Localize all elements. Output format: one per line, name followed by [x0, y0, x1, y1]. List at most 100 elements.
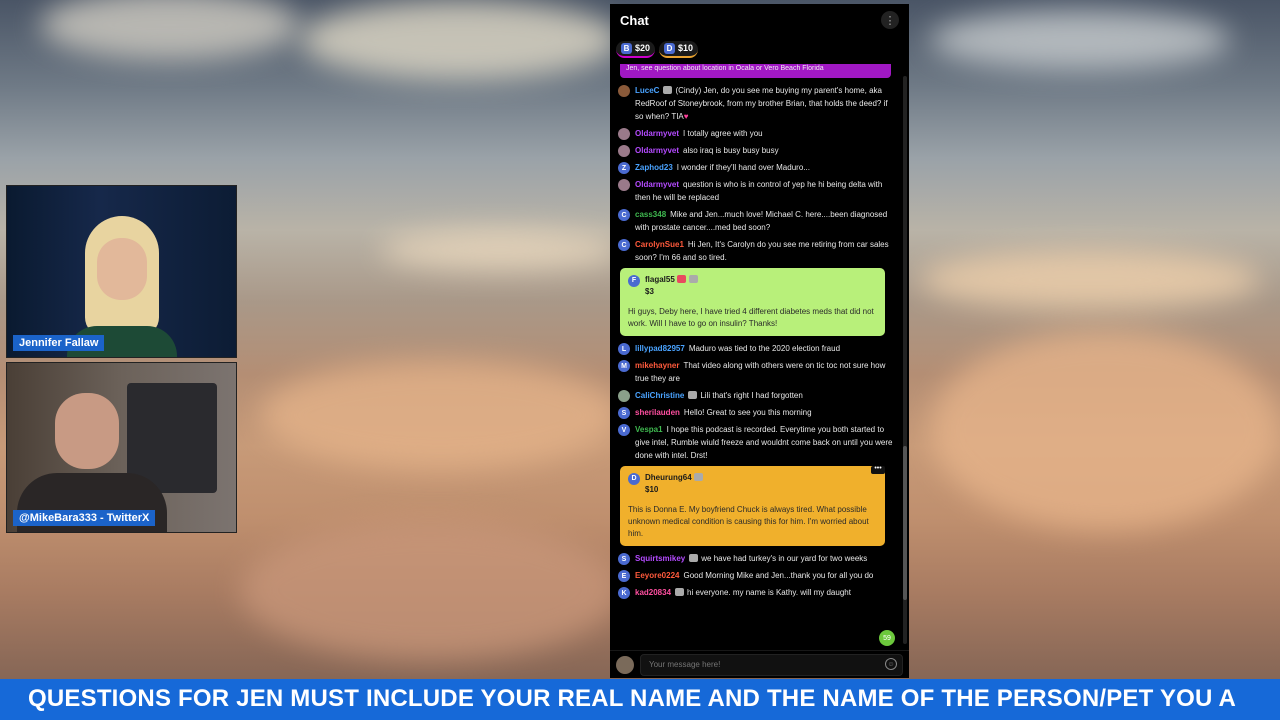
message-text: I totally agree with you: [683, 129, 763, 138]
avatar[interactable]: S: [618, 553, 630, 565]
username[interactable]: CarolynSue1: [635, 240, 684, 249]
badge-icon: [689, 554, 699, 562]
cloud-decoration: [930, 10, 1230, 70]
chat-message: CaliChristine Lili that's right I had for…: [618, 389, 893, 402]
message-text: I hope this podcast is recorded. Everyti…: [635, 425, 893, 460]
message-text: Mike and Jen...much love! Michael C. her…: [635, 210, 888, 232]
chat-message: Ccass348 Mike and Jen...much love! Michae…: [618, 208, 893, 234]
message-input[interactable]: [640, 653, 903, 676]
avatar[interactable]: [618, 145, 630, 157]
message-text: I wonder if they'll hand over Maduro...: [676, 163, 810, 172]
avatar: F: [628, 275, 640, 287]
username[interactable]: Oldarmyvet: [635, 180, 679, 189]
chat-message: LuceC (Cindy) Jen, do you see me buying m…: [618, 84, 893, 123]
avatar[interactable]: [618, 179, 630, 191]
badge-icon: [675, 588, 685, 596]
cloud-decoration: [930, 330, 1280, 530]
chat-message: Z Zaphod23 I wonder if they'll hand over M…: [618, 161, 893, 174]
avatar[interactable]: K: [618, 587, 630, 599]
rant-username[interactable]: Dheurung64: [645, 473, 692, 482]
rant-card: ••• D Dheurung64 $10 This is Donna E. My…: [620, 465, 885, 546]
rant-card: F flagal55 $3 Hi guys, Deby here, I have…: [620, 268, 885, 336]
message-text: (Cindy) Jen, do you see me buying my par…: [635, 86, 888, 121]
avatar: [616, 655, 634, 674]
username[interactable]: Eeyore0224: [635, 571, 679, 580]
message-text: Lili that's right I had forgotten: [700, 391, 803, 400]
message-body: Vespa1 I hope this podcast is recorded. E…: [635, 423, 893, 462]
scrollbar-thumb[interactable]: [903, 446, 907, 600]
cloud-decoration: [260, 360, 620, 470]
message-body: Oldarmyvet question is who is in control …: [635, 178, 893, 204]
avatar[interactable]: [618, 85, 630, 97]
chat-panel: Chat ⋮ B $20 D $10 Jen, see question abo…: [610, 4, 909, 678]
username[interactable]: kad20834: [635, 588, 671, 597]
chat-message: Oldarmyvet also iraq is busy busy busy: [618, 144, 893, 157]
message-text: we have had turkey's in our yard for two…: [701, 554, 868, 563]
heart-icon: ♥: [683, 112, 689, 121]
chat-message: Kkad20834 hi everyone. my name is Kathy. …: [618, 586, 893, 599]
message-body: CaliChristine Lili that's right I had for…: [635, 389, 893, 402]
message-body: Oldarmyvet also iraq is busy busy busy: [635, 144, 893, 157]
badge-icon: [689, 275, 699, 283]
message-body: LuceC (Cindy) Jen, do you see me buying m…: [635, 84, 893, 123]
chat-message: Llillypad82957 Maduro was tied to the 202…: [618, 342, 893, 355]
chat-scrollbar[interactable]: [903, 76, 907, 644]
chat-message: Ssherilauden Hello! Great to see you this…: [618, 406, 893, 419]
avatar[interactable]: L: [618, 343, 630, 355]
rant-user-icon: B: [621, 42, 632, 54]
avatar[interactable]: V: [618, 424, 630, 436]
more-icon[interactable]: •••: [871, 465, 885, 474]
kebab-icon[interactable]: ⋮: [881, 11, 899, 29]
avatar[interactable]: S: [618, 407, 630, 419]
chat-message: C CarolynSue1 Hi Jen, It's Carolyn do you …: [618, 238, 893, 264]
username[interactable]: cass348: [635, 210, 666, 219]
avatar[interactable]: Z: [618, 162, 630, 174]
avatar[interactable]: [618, 390, 630, 402]
emoji-icon[interactable]: ☺: [885, 658, 897, 670]
username[interactable]: mikehayner: [635, 361, 679, 370]
message-body: Zaphod23 I wonder if they'll hand over Ma…: [635, 161, 893, 174]
avatar[interactable]: M: [618, 360, 630, 372]
rants-bar: B $20 D $10: [610, 36, 909, 62]
rant-amount: $10: [645, 485, 659, 494]
host-name-label: Jennifer Fallaw: [13, 335, 105, 351]
avatar[interactable]: E: [618, 570, 630, 582]
username[interactable]: Oldarmyvet: [635, 146, 679, 155]
badge-icon: [693, 473, 703, 481]
username[interactable]: CaliChristine: [635, 391, 684, 400]
message-body: mikehayner That video along with others w…: [635, 359, 893, 385]
cloud-decoration: [920, 250, 1260, 310]
rant-chip[interactable]: D $10: [659, 40, 699, 58]
chat-message: Oldarmyvet question is who is in control …: [618, 178, 893, 204]
message-body: kad20834 hi everyone. my name is Kathy. w…: [635, 586, 893, 599]
badge-icon: [677, 275, 687, 283]
avatar[interactable]: C: [618, 239, 630, 251]
username[interactable]: lillypad82957: [635, 344, 685, 353]
cloud-decoration: [380, 230, 620, 270]
chat-message: V Vespa1 I hope this podcast is recorded. …: [618, 423, 893, 462]
avatar[interactable]: [618, 128, 630, 140]
message-text: hi everyone. my name is Kathy. will my d…: [687, 588, 851, 597]
rant-chip[interactable]: B $20: [616, 40, 656, 58]
message-text: Maduro was tied to the 2020 election fra…: [688, 344, 841, 353]
message-list: LuceC (Cindy) Jen, do you see me buying m…: [610, 84, 899, 648]
avatar[interactable]: C: [618, 209, 630, 221]
message-body: Oldarmyvet I totally agree with you: [635, 127, 893, 140]
pinned-rant-banner[interactable]: Jen, see question about location in Ocal…: [620, 64, 891, 78]
badge-icon: [663, 86, 673, 94]
username[interactable]: Oldarmyvet: [635, 129, 679, 138]
rant-text: Hi guys, Deby here, I have tried 4 diffe…: [628, 307, 874, 328]
rant-user-icon: D: [664, 42, 676, 54]
username[interactable]: sherilauden: [635, 408, 680, 417]
username[interactable]: Squirtsmikey: [635, 554, 685, 563]
chat-title: Chat: [620, 12, 649, 28]
rant-username[interactable]: flagal55: [645, 275, 675, 284]
new-messages-count[interactable]: 59: [879, 630, 895, 646]
avatar: D: [628, 473, 640, 485]
username[interactable]: LuceC: [635, 86, 659, 95]
username[interactable]: Zaphod23: [635, 163, 673, 172]
username[interactable]: Vespa1: [635, 425, 663, 434]
message-text: Good Morning Mike and Jen...thank you fo…: [683, 571, 874, 580]
message-body: Eeyore0224 Good Morning Mike and Jen...th…: [635, 569, 893, 582]
rant-text: This is Donna E. My boyfriend Chuck is a…: [628, 505, 869, 538]
